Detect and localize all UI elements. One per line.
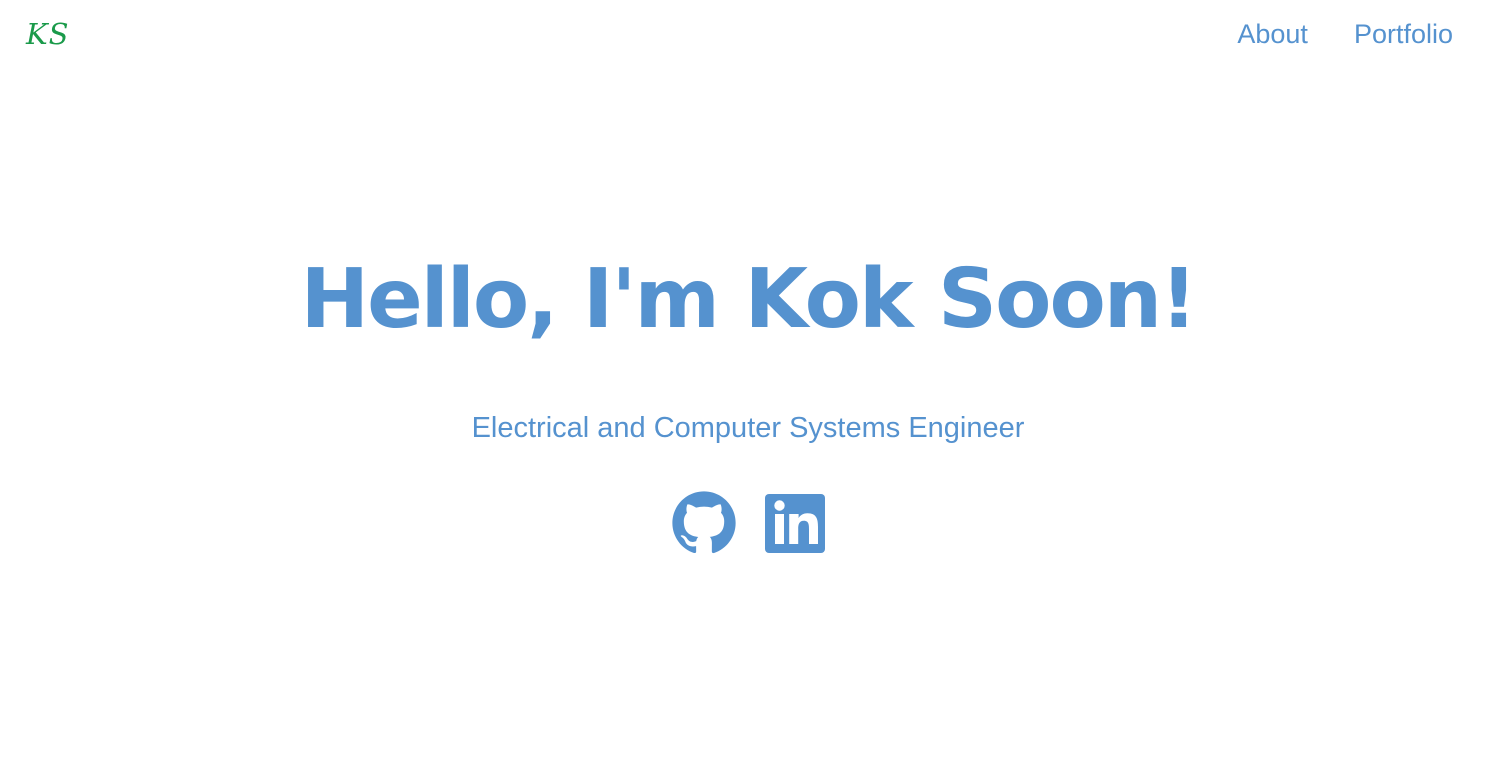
nav-link-portfolio[interactable]: Portfolio: [1354, 14, 1453, 54]
nav-link-about[interactable]: About: [1237, 14, 1308, 54]
hero-title: Hello, I'm Kok Soon!: [300, 252, 1197, 347]
social-links: [0, 490, 1496, 556]
hero-subtitle: Electrical and Computer Systems Engineer: [471, 412, 1025, 444]
linkedin-link[interactable]: [765, 490, 825, 556]
linkedin-icon: [765, 494, 825, 553]
github-icon: [672, 491, 736, 554]
logo-link[interactable]: KS: [26, 14, 70, 54]
github-link[interactable]: [671, 490, 737, 556]
top-nav: About Portfolio: [1237, 14, 1453, 54]
